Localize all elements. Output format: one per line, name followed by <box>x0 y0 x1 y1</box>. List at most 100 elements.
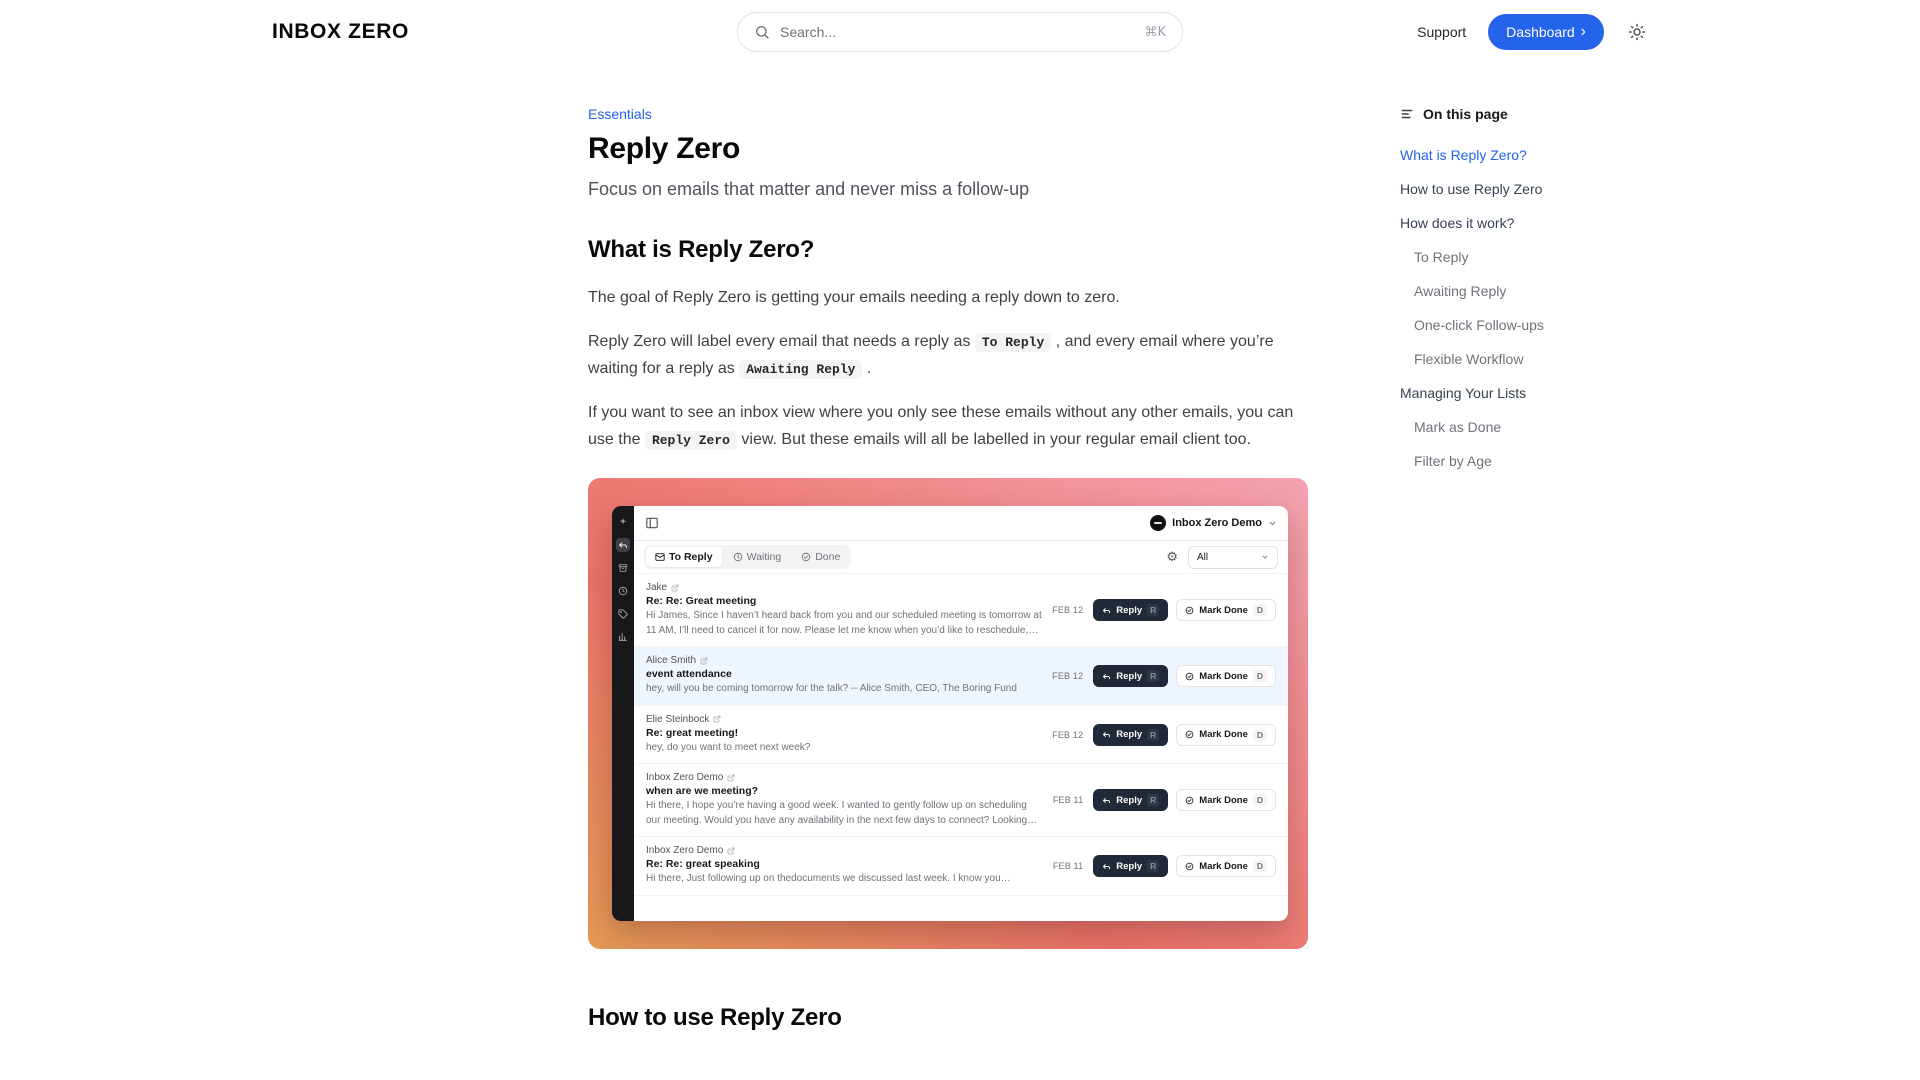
sparkles-icon[interactable] <box>616 515 630 529</box>
reply-button-label: Reply <box>1116 729 1142 740</box>
inbox-zero-logo[interactable]: INBOX ZERO <box>272 20 409 44</box>
archive-icon[interactable] <box>616 561 630 575</box>
mark-done-button-label: Mark Done <box>1199 605 1248 616</box>
reply-arrow-icon <box>1102 796 1111 805</box>
reply-shortcut-key: R <box>1147 670 1159 682</box>
email-actions: FEB 11 Reply R Mark Done D <box>1053 855 1276 877</box>
mark-done-button[interactable]: Mark Done D <box>1176 855 1276 877</box>
email-snippet: hey, do you want to meet next week? <box>646 741 1042 756</box>
toc-item-what-is-reply-zero[interactable]: What is Reply Zero? <box>1400 147 1630 163</box>
email-row[interactable]: Jake Re: Re: Great meeting Hi James, Sin… <box>634 574 1288 647</box>
email-row[interactable]: Elie Steinbock Re: great meeting! hey, d… <box>634 706 1288 765</box>
mark-done-shortcut-key: D <box>1253 794 1267 806</box>
tab-to-reply-label: To Reply <box>669 551 713 563</box>
tab-waiting[interactable]: Waiting <box>724 547 791 567</box>
toc-item-flexible-workflow[interactable]: Flexible Workflow <box>1400 351 1630 367</box>
list-icon <box>1400 107 1414 121</box>
email-row[interactable]: Inbox Zero Demo when are we meeting? Hi … <box>634 764 1288 837</box>
email-summary: Alice Smith event attendance hey, will y… <box>646 655 1052 697</box>
chart-icon[interactable] <box>616 630 630 644</box>
external-link-icon[interactable] <box>727 847 735 855</box>
chevron-down-icon <box>1261 553 1269 561</box>
reply-tabs-group: To Reply Waiting Done <box>644 545 851 569</box>
paragraph-inbox-view: If you want to see an inbox view where y… <box>588 400 1310 454</box>
reply-button[interactable]: Reply R <box>1093 855 1168 877</box>
toc-item-one-click-follow-ups[interactable]: One-click Follow-ups <box>1400 317 1630 333</box>
external-link-icon[interactable] <box>671 584 679 592</box>
toc-item-how-to-use[interactable]: How to use Reply Zero <box>1400 181 1630 197</box>
email-subject: Re: great meeting! <box>646 727 1042 739</box>
mark-done-button-label: Mark Done <box>1199 671 1248 682</box>
email-sender: Inbox Zero Demo <box>646 845 723 856</box>
mark-done-shortcut-key: D <box>1253 670 1267 682</box>
reply-button[interactable]: Reply R <box>1093 599 1168 621</box>
gear-icon[interactable]: ⚙ <box>1166 551 1178 564</box>
email-date: FEB 11 <box>1053 861 1083 871</box>
reply-button[interactable]: Reply R <box>1093 724 1168 746</box>
paragraph-inbox-view-text-2: view. But these emails will all be label… <box>741 431 1251 448</box>
clock-icon[interactable] <box>616 584 630 598</box>
mark-done-shortcut-key: D <box>1253 604 1267 616</box>
external-link-icon[interactable] <box>700 657 708 665</box>
mark-done-shortcut-key: D <box>1253 860 1267 872</box>
theme-toggle-button[interactable] <box>1626 21 1648 43</box>
reply-shortcut-key: R <box>1147 860 1159 872</box>
reply-button[interactable]: Reply R <box>1093 665 1168 687</box>
external-link-icon[interactable] <box>713 715 721 723</box>
reply-zero-screenshot: Inbox Zero Demo To Reply Waiting <box>588 478 1308 949</box>
on-this-page-toc: On this page What is Reply Zero? How to … <box>1400 106 1630 487</box>
toc-item-awaiting-reply[interactable]: Awaiting Reply <box>1400 283 1630 299</box>
external-link-icon[interactable] <box>727 774 735 782</box>
dashboard-button[interactable]: Dashboard › <box>1488 14 1604 50</box>
mail-icon <box>655 552 665 562</box>
check-circle-icon <box>1185 796 1194 805</box>
reply-zero-nav-icon[interactable] <box>616 538 630 552</box>
section-heading-what-is: What is Reply Zero? <box>588 236 1310 264</box>
email-summary: Inbox Zero Demo Re: Re: great speaking H… <box>646 845 1053 887</box>
paragraph-labels-text-3: . <box>862 360 871 377</box>
email-subject: when are we meeting? <box>646 785 1043 797</box>
tag-icon[interactable] <box>616 607 630 621</box>
sun-icon <box>1628 23 1646 41</box>
toc-item-how-does-it-work[interactable]: How does it work? <box>1400 215 1630 231</box>
reply-button[interactable]: Reply R <box>1093 789 1168 811</box>
demo-tabbar-right: ⚙ All <box>1166 546 1278 569</box>
email-date: FEB 12 <box>1052 605 1083 615</box>
header-actions: Support Dashboard › <box>1417 14 1648 50</box>
email-subject: Re: Re: great speaking <box>646 858 1043 870</box>
filter-dropdown[interactable]: All <box>1188 546 1278 569</box>
toc-item-to-reply[interactable]: To Reply <box>1400 249 1630 265</box>
account-menu[interactable]: Inbox Zero Demo <box>1150 515 1277 531</box>
breadcrumb-essentials[interactable]: Essentials <box>588 106 652 122</box>
email-sender: Elie Steinbock <box>646 714 709 725</box>
email-summary: Jake Re: Re: Great meeting Hi James, Sin… <box>646 582 1052 638</box>
check-circle-icon <box>1185 862 1194 871</box>
reply-shortcut-key: R <box>1147 794 1159 806</box>
email-row[interactable]: Alice Smith event attendance hey, will y… <box>634 647 1288 706</box>
email-row[interactable]: Inbox Zero Demo Re: Re: great speaking H… <box>634 837 1288 896</box>
email-snippet: hey, will you be coming tomorrow for the… <box>646 682 1042 697</box>
email-subject: Re: Re: Great meeting <box>646 595 1042 607</box>
check-circle-icon <box>801 552 811 562</box>
toc-item-mark-as-done[interactable]: Mark as Done <box>1400 419 1630 435</box>
email-sender: Inbox Zero Demo <box>646 772 723 783</box>
mark-done-button[interactable]: Mark Done D <box>1176 665 1276 687</box>
search-bar[interactable]: ⌘K <box>737 12 1183 52</box>
toc-item-filter-by-age[interactable]: Filter by Age <box>1400 453 1630 469</box>
search-input[interactable] <box>780 24 1134 40</box>
email-actions: FEB 12 Reply R Mark Done D <box>1052 724 1276 746</box>
mark-done-button[interactable]: Mark Done D <box>1176 789 1276 811</box>
toc-header: On this page <box>1400 106 1630 122</box>
reply-arrow-icon <box>1102 730 1111 739</box>
mark-done-button[interactable]: Mark Done D <box>1176 724 1276 746</box>
filter-dropdown-value: All <box>1197 552 1208 563</box>
toc-item-managing-your-lists[interactable]: Managing Your Lists <box>1400 385 1630 401</box>
search-icon <box>754 24 770 40</box>
sidebar-toggle-icon[interactable] <box>645 516 659 530</box>
support-link[interactable]: Support <box>1417 24 1466 40</box>
toc-heading-label: On this page <box>1423 106 1508 122</box>
reply-shortcut-key: R <box>1147 604 1159 616</box>
mark-done-button[interactable]: Mark Done D <box>1176 599 1276 621</box>
tab-done[interactable]: Done <box>792 547 849 567</box>
tab-to-reply[interactable]: To Reply <box>646 547 722 567</box>
